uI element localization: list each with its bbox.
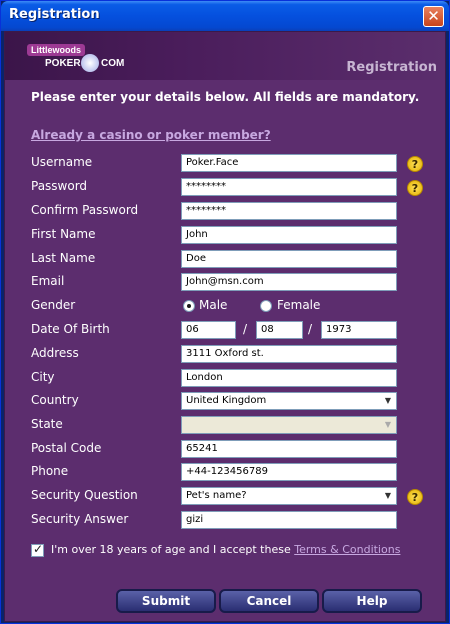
phone-label: Phone xyxy=(31,464,69,478)
address-label: Address xyxy=(31,346,79,360)
postal-code-row: Postal Code 65241 xyxy=(31,439,431,459)
country-label: Country xyxy=(31,393,79,407)
postal-code-input[interactable]: 65241 xyxy=(181,440,397,458)
password-help-icon[interactable]: ? xyxy=(407,180,423,196)
confirm-password-input[interactable]: ******** xyxy=(181,202,397,220)
password-row: Password ******** ? xyxy=(31,177,431,197)
security-question-label: Security Question xyxy=(31,488,138,502)
username-label: Username xyxy=(31,155,93,169)
city-row: City London xyxy=(31,368,431,388)
dob-day-input[interactable]: 06 xyxy=(181,321,236,339)
security-answer-row: Security Answer gizi xyxy=(31,510,431,530)
last-name-label: Last Name xyxy=(31,251,96,265)
intro-text: Please enter your details below. All fie… xyxy=(31,90,420,104)
dob-separator-1: / xyxy=(243,322,248,336)
terms-agreement: ✓ I'm over 18 years of age and I accept … xyxy=(31,540,431,560)
cancel-button[interactable]: Cancel xyxy=(219,589,319,613)
close-button[interactable]: ✕ xyxy=(423,6,444,27)
address-row: Address 3111 Oxford st. xyxy=(31,344,431,364)
logo-emblem-icon xyxy=(81,54,99,72)
last-name-input[interactable]: Doe xyxy=(181,250,397,268)
password-label: Password xyxy=(31,179,88,193)
city-input[interactable]: London xyxy=(181,369,397,387)
checkmark-icon: ✓ xyxy=(33,542,44,556)
state-label: State xyxy=(31,417,63,431)
chevron-down-icon[interactable]: ▼ xyxy=(381,489,395,503)
logo-com-text: COM xyxy=(101,58,125,69)
password-input[interactable]: ******** xyxy=(181,178,397,196)
gender-male-label[interactable]: Male xyxy=(199,298,227,312)
security-answer-label: Security Answer xyxy=(31,512,129,526)
terms-link[interactable]: Terms & Conditions xyxy=(294,543,400,556)
email-row: Email John@msn.com xyxy=(31,272,431,292)
dob-month-input[interactable]: 08 xyxy=(256,321,303,339)
first-name-row: First Name John xyxy=(31,225,431,245)
username-row: Username Poker.Face ? xyxy=(31,153,431,173)
dob-row: Date Of Birth 06 / 08 / 1973 xyxy=(31,320,431,340)
country-selected-value: United Kingdom xyxy=(186,395,267,406)
city-label: City xyxy=(31,370,55,384)
gender-row: Gender Male Female xyxy=(31,296,431,316)
first-name-label: First Name xyxy=(31,227,96,241)
section-title: Registration xyxy=(346,60,437,75)
gender-female-radio[interactable] xyxy=(260,300,272,312)
content-panel: Littlewoods POKER COM Registration Pleas… xyxy=(4,31,446,622)
security-question-help-icon[interactable]: ? xyxy=(407,489,423,505)
email-label: Email xyxy=(31,274,65,288)
age-terms-checkbox[interactable]: ✓ xyxy=(31,542,44,557)
security-question-select[interactable]: Pet's name? ▼ xyxy=(181,487,397,505)
last-name-row: Last Name Doe xyxy=(31,249,431,269)
chevron-down-icon[interactable]: ▼ xyxy=(381,394,395,408)
title-bar[interactable]: Registration ✕ xyxy=(1,1,449,31)
window-title: Registration xyxy=(9,7,100,22)
username-help-icon[interactable]: ? xyxy=(407,156,423,172)
first-name-input[interactable]: John xyxy=(181,226,397,244)
security-question-row: Security Question Pet's name? ▼ ? xyxy=(31,486,431,506)
phone-row: Phone +44-123456789 xyxy=(31,462,431,482)
agreement-text: I'm over 18 years of age and I accept th… xyxy=(51,543,400,556)
state-row: State ▼ xyxy=(31,415,431,435)
country-row: Country United Kingdom ▼ xyxy=(31,391,431,411)
security-question-selected-value: Pet's name? xyxy=(186,490,247,501)
gender-label: Gender xyxy=(31,298,76,312)
security-answer-input[interactable]: gizi xyxy=(181,511,397,529)
existing-member-link[interactable]: Already a casino or poker member? xyxy=(31,128,271,142)
address-input[interactable]: 3111 Oxford st. xyxy=(181,345,397,363)
state-select: ▼ xyxy=(181,416,397,434)
dob-separator-2: / xyxy=(308,322,313,336)
confirm-password-label: Confirm Password xyxy=(31,203,139,217)
username-input[interactable]: Poker.Face xyxy=(181,154,397,172)
logo-poker-text: POKER xyxy=(45,58,81,69)
registration-window: Registration ✕ Littlewoods POKER COM Reg… xyxy=(0,0,450,624)
confirm-password-row: Confirm Password ******** xyxy=(31,201,431,221)
header-banner: Littlewoods POKER COM Registration xyxy=(5,32,445,80)
postal-code-label: Postal Code xyxy=(31,441,102,455)
logo-badge: Littlewoods xyxy=(27,44,85,56)
chevron-down-icon: ▼ xyxy=(384,420,392,429)
submit-button[interactable]: Submit xyxy=(116,589,216,613)
brand-logo: Littlewoods POKER COM xyxy=(25,42,137,74)
email-input[interactable]: John@msn.com xyxy=(181,273,397,291)
close-icon: ✕ xyxy=(427,7,440,25)
gender-female-label[interactable]: Female xyxy=(277,298,320,312)
dob-label: Date Of Birth xyxy=(31,322,110,336)
phone-input[interactable]: +44-123456789 xyxy=(181,463,397,481)
dob-year-input[interactable]: 1973 xyxy=(321,321,397,339)
country-select[interactable]: United Kingdom ▼ xyxy=(181,392,397,410)
help-button[interactable]: Help xyxy=(322,589,422,613)
agreement-label: I'm over 18 years of age and I accept th… xyxy=(51,543,295,556)
gender-male-radio[interactable] xyxy=(183,300,195,312)
